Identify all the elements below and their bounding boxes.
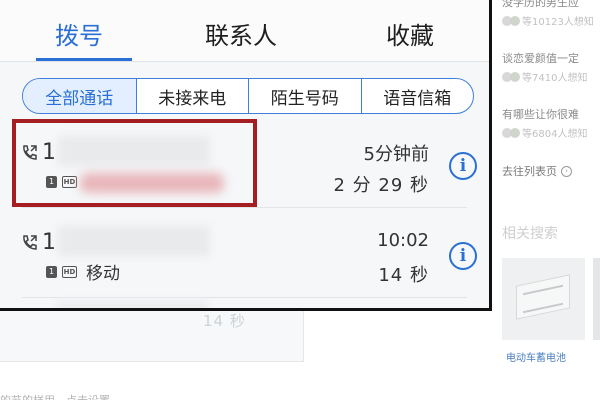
sim-card-icon: 1 [46,266,57,278]
filter-all-calls[interactable]: 全部通话 [23,79,136,113]
filter-unknown-numbers[interactable]: 陌生号码 [248,79,361,113]
phone-screenshot: 拨号 联系人 收藏 全部通话 未接来电 陌生号码 语音信箱 1 1 HD 5分钟… [0,0,492,311]
question-meta: 等6804人想知 [522,129,588,140]
avatar [510,71,520,82]
outgoing-call-icon [20,234,40,254]
related-question-1[interactable]: 没学历的男生应 等10123人想知 [502,0,600,32]
avatar [510,127,520,138]
tab-favorites[interactable]: 收藏 [386,16,434,51]
related-question-2[interactable]: 谈恋爱颜值一定 等7410人想知 [502,52,600,88]
question-meta: 等7410人想知 [522,73,588,84]
phone-number: 1 [42,230,56,255]
call-duration: 14 秒 [378,265,429,286]
filter-missed-calls[interactable]: 未接来电 [135,79,249,113]
redacted-location [80,173,224,193]
go-to-list-link[interactable]: 去往列表页 › [502,163,572,179]
page: 没学历的男生应 等10123人想知 谈恋爱颜值一定 等7410人想知 有哪些让你… [0,0,600,400]
related-search-title: 相关搜索 [502,226,558,242]
related-question-3[interactable]: 有哪些让你很难 等6804人想知 [502,108,600,144]
redacted-number [58,226,210,256]
underlying-duration: 14 秒 [203,312,246,330]
redacted-number [58,136,210,166]
active-tab-indicator [36,58,132,61]
battery-image [516,274,570,320]
info-icon[interactable]: i [449,242,477,270]
call-duration: 2 分 29 秒 [333,175,429,196]
go-to-list-label[interactable]: 去往列表页 [502,163,557,179]
call-filter-segmented: 全部通话 未接来电 陌生号码 语音信箱 [22,78,474,114]
circle-arrow-icon: › [561,165,572,177]
footer-text: 的节的样用，点击设置 [0,392,110,400]
sim-card-icon: 1 [46,176,57,188]
related-sidebar: 没学历的男生应 等10123人想知 谈恋爱颜值一定 等7410人想知 有哪些让你… [500,0,600,400]
outgoing-call-icon [20,144,40,164]
question-title[interactable]: 没学历的男生应 [502,0,600,10]
question-title[interactable]: 谈恋爱颜值一定 [502,52,600,66]
battery-thumbnail[interactable] [502,258,585,340]
divider [22,297,467,298]
hd-voice-icon: HD [62,266,77,278]
thumbnail-caption[interactable]: 电动车蓄电池 [506,349,566,364]
top-tab-bar: 拨号 联系人 收藏 [0,0,489,62]
call-log-item[interactable]: 1 1 HD 移动 10:02 14 秒 i [0,210,489,298]
avatar [510,15,520,26]
question-meta: 等10123人想知 [522,17,594,28]
thumbnail-partial[interactable] [593,258,600,340]
call-time: 10:02 [377,230,429,251]
info-icon[interactable]: i [449,152,477,180]
question-title[interactable]: 有哪些让你很难 [502,108,600,122]
divider [22,207,467,208]
call-time: 5分钟前 [363,144,429,165]
call-location: 移动 [86,264,120,284]
hd-voice-icon: HD [62,176,77,188]
redacted-next-item [58,300,208,308]
filter-voicemail[interactable]: 语音信箱 [360,79,474,113]
phone-number: 1 [42,140,56,165]
tab-dialer[interactable]: 拨号 [55,16,103,51]
call-log-item[interactable]: 1 1 HD 5分钟前 2 分 29 秒 i [0,120,489,208]
tab-contacts[interactable]: 联系人 [205,16,277,51]
